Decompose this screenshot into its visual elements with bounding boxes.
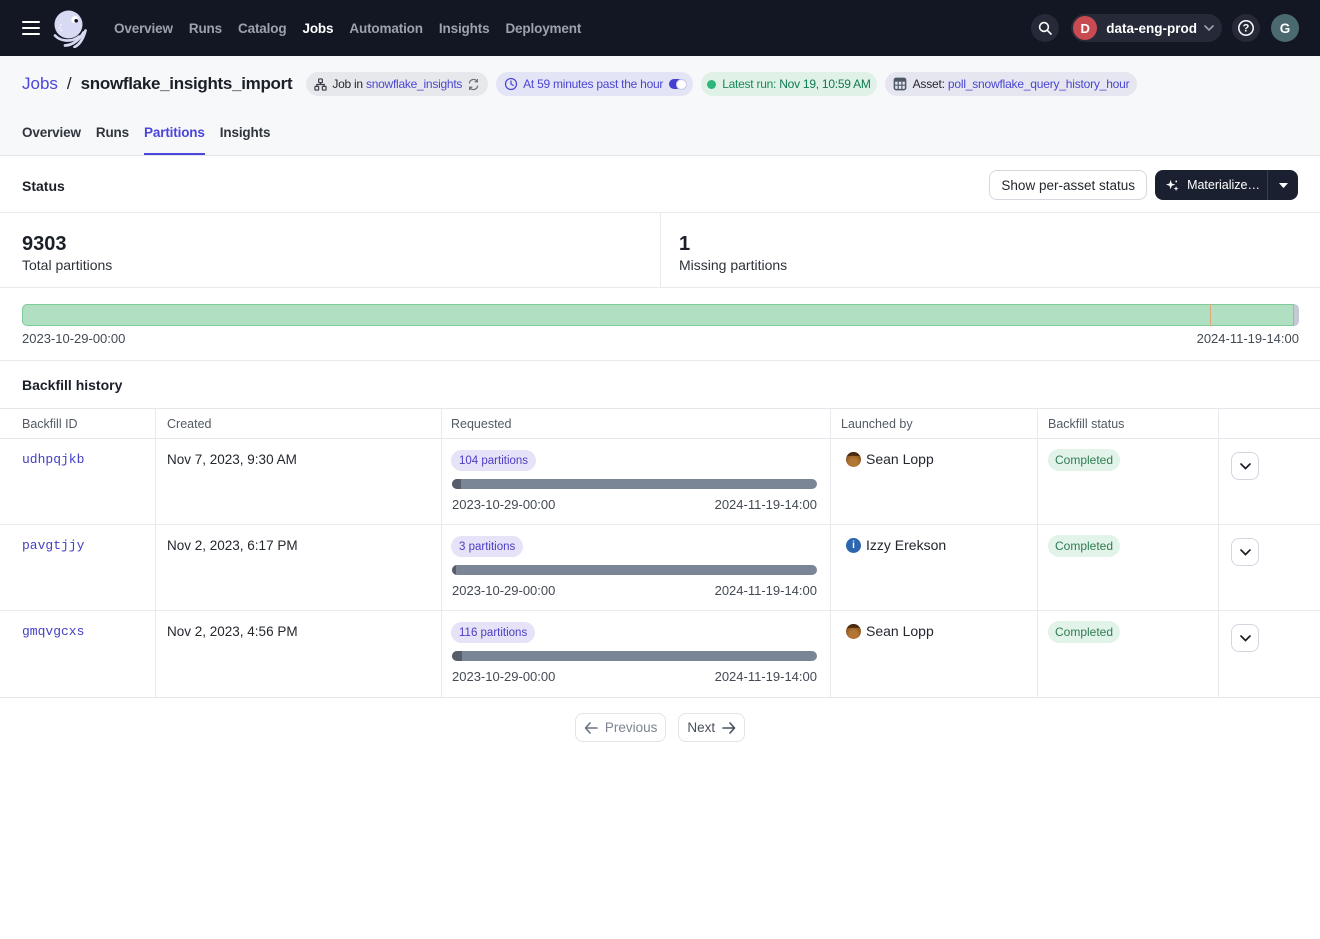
svg-text:?: ? <box>1243 23 1250 35</box>
